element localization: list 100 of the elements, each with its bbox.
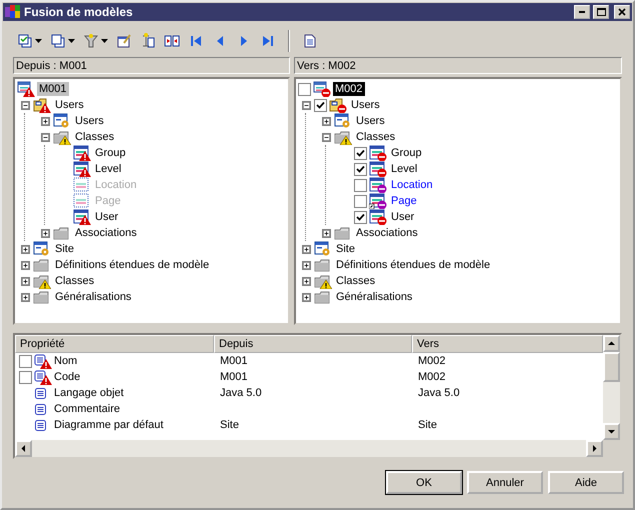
tree-item[interactable]: Définitions étendues de modèle (334, 258, 492, 272)
tree-item[interactable]: Classes (354, 130, 398, 144)
column-header[interactable]: Propriété (15, 335, 214, 353)
collapse-icon[interactable] (322, 132, 330, 142)
expand-icon[interactable] (302, 260, 310, 270)
caret-icon (101, 39, 108, 43)
checkbox[interactable] (354, 210, 367, 224)
minimize-icon (579, 11, 585, 13)
checkbox[interactable] (354, 162, 367, 176)
tree-item[interactable]: Associations (73, 226, 139, 240)
tree-item[interactable]: Site (53, 242, 76, 256)
expand-icon[interactable] (20, 260, 30, 270)
tree-item[interactable]: Users (354, 114, 387, 128)
tree-item[interactable]: Définitions étendues de modèle (53, 258, 212, 272)
funnel-icon (83, 33, 99, 49)
arrow-icon (608, 340, 615, 347)
class-minus-icon (369, 209, 387, 225)
tree-item[interactable]: Location (389, 178, 435, 192)
tree-item[interactable]: Classes (73, 130, 116, 144)
folder-warning-icon (33, 97, 51, 113)
close-button[interactable] (614, 5, 630, 19)
tree-item[interactable]: Users (349, 98, 382, 112)
folder-minus-icon (329, 97, 347, 113)
tree-item[interactable]: Group (93, 146, 128, 160)
tree-item[interactable]: Site (334, 242, 357, 256)
tree-item[interactable]: User (93, 210, 120, 224)
scrollbar[interactable] (15, 440, 603, 457)
folder-icon (33, 257, 51, 273)
arrow-icon (591, 445, 598, 452)
checkbox[interactable] (354, 146, 367, 160)
checkbox[interactable] (298, 82, 311, 96)
tree-item[interactable]: Classes (334, 274, 378, 288)
tree-item[interactable]: M001 (37, 82, 69, 96)
scroll-up-button[interactable] (603, 335, 620, 352)
pane-header: Vers : M002 (294, 57, 622, 74)
column-header[interactable]: Depuis (214, 335, 412, 353)
window-title: Fusion de modèles (24, 5, 134, 19)
folder-icon (314, 257, 332, 273)
collapse-icon[interactable] (40, 132, 50, 142)
app-icon (5, 5, 21, 19)
minimize-button[interactable] (574, 5, 590, 19)
pane-header: Depuis : M001 (13, 57, 290, 74)
caret-icon (68, 39, 75, 43)
diagram-icon (334, 113, 352, 129)
folder-warning-icon (53, 129, 71, 145)
checkbox[interactable] (354, 194, 367, 208)
expand-icon[interactable] (302, 244, 310, 254)
expand-icon[interactable] (322, 228, 330, 238)
close-icon (618, 8, 626, 16)
tree-item[interactable]: Classes (53, 274, 96, 288)
diagram-icon (314, 241, 332, 257)
scrollbar[interactable] (603, 335, 620, 440)
expand-icon[interactable] (302, 276, 310, 286)
checkbox[interactable] (19, 354, 32, 368)
tree-item[interactable]: Level (389, 162, 420, 176)
expand-icon[interactable] (322, 116, 330, 126)
checked-copies-icon (17, 33, 33, 49)
collapse-icon[interactable] (302, 100, 310, 110)
class-minus-icon (369, 161, 387, 177)
table-cell-text: M002 (417, 371, 447, 383)
tree-item[interactable]: Level (93, 162, 124, 176)
model-warning-icon (17, 81, 35, 97)
expand-icon[interactable] (302, 292, 310, 302)
scroll-down-button[interactable] (603, 423, 620, 440)
document-icon (302, 33, 318, 49)
class-minus-icon (369, 145, 387, 161)
model-minus-icon (313, 81, 331, 97)
tree-item[interactable]: Users (53, 98, 86, 112)
expand-icon[interactable] (40, 228, 50, 238)
diagram-icon (33, 241, 51, 257)
tree-item[interactable]: M002 (333, 82, 365, 96)
tree-item[interactable]: User (389, 210, 416, 224)
expand-icon[interactable] (40, 116, 50, 126)
tree-item[interactable]: Associations (354, 226, 420, 240)
scroll-left-button[interactable] (15, 440, 32, 457)
scroll-right-button[interactable] (586, 440, 603, 457)
tree-item[interactable]: Group (389, 146, 424, 160)
checkbox[interactable] (314, 98, 327, 112)
expand-icon[interactable] (20, 292, 30, 302)
scrollbar-thumb[interactable] (603, 352, 620, 382)
column-header[interactable]: Vers (412, 335, 603, 353)
dialog-button[interactable]: OK (386, 471, 462, 494)
caret-icon (35, 39, 42, 43)
expand-icon[interactable] (20, 244, 30, 254)
dialog-button[interactable]: Aide (548, 471, 624, 494)
scale-icon (140, 33, 156, 49)
maximize-button[interactable] (593, 5, 609, 19)
tree-item[interactable]: Généralisations (334, 290, 414, 304)
tree-item[interactable]: Page (389, 194, 419, 208)
folder-icon (314, 289, 332, 305)
collapse-icon[interactable] (20, 100, 30, 110)
expand-icon[interactable] (20, 276, 30, 286)
dialog-button[interactable]: Annuler (467, 471, 543, 494)
tree-item[interactable]: Généralisations (53, 290, 134, 304)
table-cell: Nom (54, 355, 78, 367)
checkbox[interactable] (354, 178, 367, 192)
checkbox[interactable] (19, 370, 32, 384)
folder-warning-icon (334, 129, 352, 145)
tree-item[interactable]: Users (73, 114, 106, 128)
folder-warning-icon (314, 273, 332, 289)
